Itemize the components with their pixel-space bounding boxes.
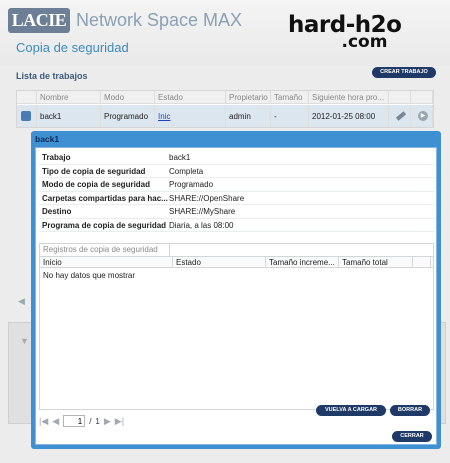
- page-separator: /: [89, 416, 92, 426]
- delete-button[interactable]: BORRAR: [390, 405, 430, 416]
- column-header-open: [411, 91, 433, 103]
- job-properties: Trabajo back1 Tipo de copia de seguridad…: [39, 151, 435, 232]
- first-page-icon[interactable]: |◀: [39, 416, 48, 427]
- property-key: Trabajo: [42, 153, 71, 162]
- property-key: Destino: [42, 207, 72, 216]
- job-next-time: 2012-01-25 08:00: [309, 105, 389, 127]
- property-value: SHARE://MyShare: [169, 207, 236, 216]
- watermark: hard-h2o .com: [288, 12, 402, 52]
- scroll-left-icon: ◀: [18, 296, 25, 306]
- column-header-name[interactable]: Nombre: [37, 91, 101, 103]
- tab-backup-logs[interactable]: Registros de copia de seguridad: [40, 244, 170, 256]
- page-title: Copia de seguridad: [16, 40, 129, 55]
- filter-icon: ▼: [20, 336, 29, 346]
- next-page-icon[interactable]: ▶: [104, 416, 111, 427]
- job-status-link[interactable]: Inic: [158, 112, 170, 121]
- page-input[interactable]: [63, 415, 86, 427]
- create-job-button[interactable]: CREAR TRABAJO: [372, 67, 436, 78]
- property-key: Carpetas compartidas para hac...: [42, 193, 168, 203]
- job-status-cell: Inic: [155, 105, 226, 127]
- job-mode: Programado: [101, 105, 155, 127]
- column-header-extra: [413, 257, 431, 267]
- tool-cell: [389, 105, 411, 127]
- property-value: SHARE://OpenShare: [169, 193, 245, 203]
- empty-message: No hay datos que mostrar: [43, 271, 136, 280]
- reload-button[interactable]: VUELVA A CARGAR: [316, 405, 386, 416]
- chevron-right-icon[interactable]: ▶: [418, 111, 428, 121]
- last-page-icon[interactable]: ▶|: [115, 416, 124, 427]
- property-row: Modo de copia de seguridad Programado: [39, 178, 435, 192]
- property-value: Diaria, a las 08:00: [169, 220, 234, 230]
- prev-page-icon[interactable]: ◀: [52, 416, 59, 427]
- column-header-owner[interactable]: Propietario: [226, 91, 271, 103]
- dialog-title: back1: [35, 134, 60, 144]
- property-row: Destino SHARE://MyShare: [39, 205, 435, 219]
- jobs-table-header: Nombre Modo Estado Propietario Tamaño Si…: [17, 91, 433, 104]
- column-header-status[interactable]: Estado: [173, 257, 266, 267]
- property-value: back1: [169, 153, 191, 162]
- property-key: Modo de copia de seguridad: [42, 180, 151, 189]
- property-value: Programado: [169, 180, 214, 189]
- dialog-body: Trabajo back1 Tipo de copia de seguridad…: [35, 147, 437, 445]
- logs-table-header: Inicio Estado Tamaño increme... Tamaño t…: [40, 256, 433, 268]
- column-header-incremental-size[interactable]: Tamaño increme...: [266, 257, 339, 267]
- column-header-start[interactable]: Inicio: [40, 257, 173, 267]
- column-header-mode[interactable]: Modo: [101, 91, 155, 103]
- property-key: Programa de copia de seguridad: [42, 220, 167, 230]
- job-detail-dialog: back1 Trabajo back1 Tipo de copia de seg…: [31, 131, 441, 449]
- property-row: Carpetas compartidas para hac... SHARE:/…: [39, 192, 435, 205]
- column-header-status[interactable]: Estado: [155, 91, 226, 103]
- app-header: LACIE Network Space MAX Copia de segurid…: [0, 0, 450, 66]
- column-header-action: [389, 91, 411, 103]
- column-header-next-time[interactable]: Siguiente hora pro...: [309, 91, 389, 103]
- table-row[interactable]: back1 Programado Inic admin - 2012-01-25…: [17, 105, 433, 127]
- property-key: Tipo de copia de seguridad: [42, 166, 146, 176]
- page-total: 1: [95, 416, 100, 426]
- column-header-size[interactable]: Tamaño: [271, 91, 309, 103]
- property-row: Trabajo back1: [39, 151, 435, 165]
- job-owner: admin: [226, 105, 271, 127]
- go-cell: ▶: [411, 105, 433, 127]
- job-size: -: [271, 105, 309, 127]
- column-header-icon: [17, 91, 37, 103]
- lacie-logo: LACIE: [8, 8, 70, 33]
- jobs-section-title: Lista de trabajos: [16, 71, 88, 81]
- property-row: Tipo de copia de seguridad Completa: [39, 165, 435, 178]
- backup-logs-panel: Registros de copia de seguridad Inicio E…: [39, 243, 434, 410]
- row-icon-cell: [17, 105, 37, 127]
- product-name: Network Space MAX: [76, 10, 243, 30]
- close-button[interactable]: CERRAR: [392, 431, 432, 442]
- property-row: Programa de copia de seguridad Diaria, a…: [39, 219, 435, 232]
- wrench-icon[interactable]: [395, 111, 407, 121]
- pagination: |◀ ◀ / 1 ▶ ▶|: [39, 414, 124, 428]
- user-icon: [21, 111, 31, 121]
- column-header-total-size[interactable]: Tamaño total: [339, 257, 413, 267]
- jobs-table: Nombre Modo Estado Propietario Tamaño Si…: [16, 90, 434, 128]
- job-name: back1: [37, 105, 101, 127]
- property-value: Completa: [169, 166, 204, 176]
